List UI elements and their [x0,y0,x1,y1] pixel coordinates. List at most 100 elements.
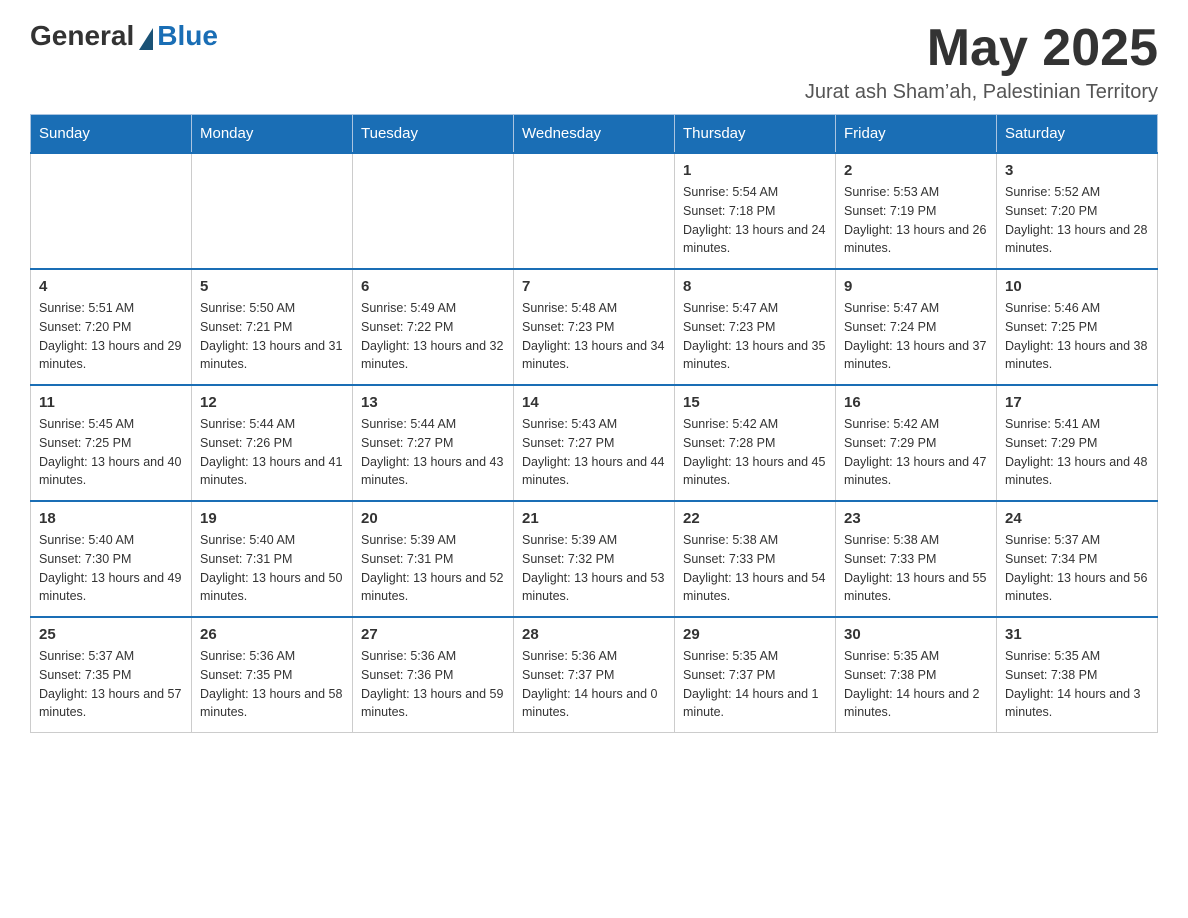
day-number: 26 [200,626,344,643]
day-number: 13 [361,394,505,411]
day-info: Sunrise: 5:51 AMSunset: 7:20 PMDaylight:… [39,299,183,374]
calendar-cell: 15Sunrise: 5:42 AMSunset: 7:28 PMDayligh… [675,385,836,501]
day-number: 14 [522,394,666,411]
calendar-cell: 6 Sunrise: 5:49 AMSunset: 7:22 PMDaylight… [353,269,514,385]
day-info: Sunrise: 5:36 AMSunset: 7:37 PMDaylight:… [522,647,666,722]
day-number: 2 [844,162,988,179]
day-info: Sunrise: 5:35 AMSunset: 7:38 PMDaylight:… [844,647,988,722]
day-number: 16 [844,394,988,411]
calendar-cell: 9 Sunrise: 5:47 AMSunset: 7:24 PMDaylight… [836,269,997,385]
weekday-header-monday: Monday [192,115,353,154]
day-number: 17 [1005,394,1149,411]
logo: General Blue [30,20,218,52]
month-year-title: May 2025 [805,20,1158,77]
day-number: 12 [200,394,344,411]
day-info: Sunrise: 5:45 AMSunset: 7:25 PMDaylight:… [39,415,183,490]
calendar-cell: 18 Sunrise: 5:40 AMSunset: 7:30 PMDayligh… [31,501,192,617]
day-info: Sunrise: 5:43 AMSunset: 7:27 PMDaylight:… [522,415,666,490]
day-number: 20 [361,510,505,527]
day-number: 1 [683,162,827,179]
day-number: 5 [200,278,344,295]
day-number: 21 [522,510,666,527]
calendar-cell: 1 Sunrise: 5:54 AMSunset: 7:18 PMDaylight… [675,153,836,269]
page-header: General Blue May 2025 Jurat ash Sham’ah,… [30,20,1158,104]
day-info: Sunrise: 5:35 AMSunset: 7:37 PMDaylight:… [683,647,827,722]
day-number: 10 [1005,278,1149,295]
calendar-cell: 19 Sunrise: 5:40 AMSunset: 7:31 PMDayligh… [192,501,353,617]
logo-blue-text: Blue [157,20,218,52]
calendar-cell: 29Sunrise: 5:35 AMSunset: 7:37 PMDayligh… [675,617,836,733]
day-number: 24 [1005,510,1149,527]
week-row-4: 18 Sunrise: 5:40 AMSunset: 7:30 PMDayligh… [31,501,1158,617]
calendar-cell: 17 Sunrise: 5:41 AMSunset: 7:29 PMDayligh… [997,385,1158,501]
calendar-cell: 26 Sunrise: 5:36 AMSunset: 7:35 PMDayligh… [192,617,353,733]
calendar-cell [353,153,514,269]
day-info: Sunrise: 5:42 AMSunset: 7:29 PMDaylight:… [844,415,988,490]
calendar-cell: 2 Sunrise: 5:53 AMSunset: 7:19 PMDaylight… [836,153,997,269]
day-number: 31 [1005,626,1149,643]
title-section: May 2025 Jurat ash Sham’ah, Palestinian … [805,20,1158,104]
day-number: 7 [522,278,666,295]
calendar-cell [514,153,675,269]
day-info: Sunrise: 5:53 AMSunset: 7:19 PMDaylight:… [844,183,988,258]
calendar-cell: 10 Sunrise: 5:46 AMSunset: 7:25 PMDayligh… [997,269,1158,385]
day-number: 4 [39,278,183,295]
day-number: 9 [844,278,988,295]
day-info: Sunrise: 5:41 AMSunset: 7:29 PMDaylight:… [1005,415,1149,490]
day-number: 3 [1005,162,1149,179]
day-info: Sunrise: 5:36 AMSunset: 7:35 PMDaylight:… [200,647,344,722]
day-info: Sunrise: 5:50 AMSunset: 7:21 PMDaylight:… [200,299,344,374]
day-info: Sunrise: 5:37 AMSunset: 7:34 PMDaylight:… [1005,531,1149,606]
day-info: Sunrise: 5:44 AMSunset: 7:26 PMDaylight:… [200,415,344,490]
day-number: 30 [844,626,988,643]
calendar-cell: 31 Sunrise: 5:35 AMSunset: 7:38 PMDayligh… [997,617,1158,733]
calendar-cell: 12 Sunrise: 5:44 AMSunset: 7:26 PMDayligh… [192,385,353,501]
calendar-cell: 3 Sunrise: 5:52 AMSunset: 7:20 PMDaylight… [997,153,1158,269]
calendar-cell: 24 Sunrise: 5:37 AMSunset: 7:34 PMDayligh… [997,501,1158,617]
day-info: Sunrise: 5:49 AMSunset: 7:22 PMDaylight:… [361,299,505,374]
day-number: 8 [683,278,827,295]
day-number: 23 [844,510,988,527]
day-number: 25 [39,626,183,643]
day-info: Sunrise: 5:35 AMSunset: 7:38 PMDaylight:… [1005,647,1149,722]
weekday-header-saturday: Saturday [997,115,1158,154]
week-row-2: 4 Sunrise: 5:51 AMSunset: 7:20 PMDaylight… [31,269,1158,385]
calendar-cell: 21 Sunrise: 5:39 AMSunset: 7:32 PMDayligh… [514,501,675,617]
day-info: Sunrise: 5:38 AMSunset: 7:33 PMDaylight:… [844,531,988,606]
weekday-header-tuesday: Tuesday [353,115,514,154]
calendar-cell: 25Sunrise: 5:37 AMSunset: 7:35 PMDayligh… [31,617,192,733]
day-number: 11 [39,394,183,411]
calendar-cell: 11 Sunrise: 5:45 AMSunset: 7:25 PMDayligh… [31,385,192,501]
calendar-cell: 16 Sunrise: 5:42 AMSunset: 7:29 PMDayligh… [836,385,997,501]
calendar-cell: 13Sunrise: 5:44 AMSunset: 7:27 PMDayligh… [353,385,514,501]
calendar-cell: 23 Sunrise: 5:38 AMSunset: 7:33 PMDayligh… [836,501,997,617]
day-info: Sunrise: 5:40 AMSunset: 7:30 PMDaylight:… [39,531,183,606]
day-number: 22 [683,510,827,527]
day-info: Sunrise: 5:40 AMSunset: 7:31 PMDaylight:… [200,531,344,606]
calendar-cell: 30 Sunrise: 5:35 AMSunset: 7:38 PMDayligh… [836,617,997,733]
week-row-5: 25Sunrise: 5:37 AMSunset: 7:35 PMDayligh… [31,617,1158,733]
day-number: 15 [683,394,827,411]
day-info: Sunrise: 5:48 AMSunset: 7:23 PMDaylight:… [522,299,666,374]
calendar-cell: 28 Sunrise: 5:36 AMSunset: 7:37 PMDayligh… [514,617,675,733]
day-info: Sunrise: 5:47 AMSunset: 7:23 PMDaylight:… [683,299,827,374]
day-info: Sunrise: 5:52 AMSunset: 7:20 PMDaylight:… [1005,183,1149,258]
week-row-1: 1 Sunrise: 5:54 AMSunset: 7:18 PMDaylight… [31,153,1158,269]
weekday-header-sunday: Sunday [31,115,192,154]
day-number: 6 [361,278,505,295]
day-info: Sunrise: 5:46 AMSunset: 7:25 PMDaylight:… [1005,299,1149,374]
week-row-3: 11 Sunrise: 5:45 AMSunset: 7:25 PMDayligh… [31,385,1158,501]
day-info: Sunrise: 5:47 AMSunset: 7:24 PMDaylight:… [844,299,988,374]
calendar-cell: 20Sunrise: 5:39 AMSunset: 7:31 PMDayligh… [353,501,514,617]
day-number: 19 [200,510,344,527]
calendar-cell: 7 Sunrise: 5:48 AMSunset: 7:23 PMDaylight… [514,269,675,385]
logo-general-text: General [30,20,134,52]
day-number: 18 [39,510,183,527]
calendar-cell: 22Sunrise: 5:38 AMSunset: 7:33 PMDayligh… [675,501,836,617]
calendar-cell: 4 Sunrise: 5:51 AMSunset: 7:20 PMDaylight… [31,269,192,385]
day-number: 27 [361,626,505,643]
day-number: 28 [522,626,666,643]
calendar-cell: 27Sunrise: 5:36 AMSunset: 7:36 PMDayligh… [353,617,514,733]
day-info: Sunrise: 5:39 AMSunset: 7:32 PMDaylight:… [522,531,666,606]
day-info: Sunrise: 5:54 AMSunset: 7:18 PMDaylight:… [683,183,827,258]
